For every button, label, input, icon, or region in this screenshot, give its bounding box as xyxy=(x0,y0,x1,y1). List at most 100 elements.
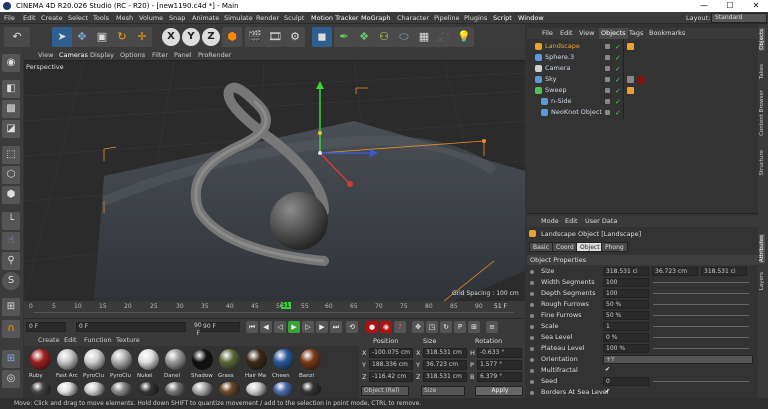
loop-icon[interactable]: ⟲ xyxy=(346,321,358,333)
dock-tab-takes[interactable]: Takes xyxy=(759,64,765,79)
dock-tab-attributes[interactable]: Attributes xyxy=(759,234,765,264)
keyframe-bullet-icon[interactable] xyxy=(530,303,534,307)
material-ball[interactable] xyxy=(165,382,186,396)
render-settings-icon[interactable]: ⚙ xyxy=(285,27,305,47)
material-ball[interactable] xyxy=(111,349,132,370)
menu-sculpt[interactable]: Sculpt xyxy=(284,12,304,24)
menu-create[interactable]: Create xyxy=(41,12,63,24)
object-menu-objects[interactable]: Objects xyxy=(599,28,628,39)
rotation-field[interactable]: 1.577 ° xyxy=(477,360,522,370)
material-menu-function[interactable]: Function xyxy=(84,335,112,346)
keyframe-bullet-icon[interactable] xyxy=(530,347,534,351)
material-ball[interactable] xyxy=(57,349,78,370)
prev-key-icon[interactable]: ◀ xyxy=(260,321,272,333)
position-key-icon[interactable]: ✥ xyxy=(412,321,424,333)
menu-snap[interactable]: Snap xyxy=(169,12,185,24)
material-menu-edit[interactable]: Edit xyxy=(64,335,77,346)
dock-tab-content-browser[interactable]: Content Browser xyxy=(759,90,765,136)
attribute-slider[interactable] xyxy=(653,315,749,316)
dock-tab-layers[interactable]: Layers xyxy=(759,272,765,290)
attribute-slider[interactable] xyxy=(653,304,749,305)
material-ball[interactable] xyxy=(192,382,213,396)
menu-volume[interactable]: Volume xyxy=(139,12,163,24)
material-ball[interactable] xyxy=(192,349,213,370)
object-row[interactable]: Landscape ✓ xyxy=(527,41,758,52)
position-field[interactable]: -116.42 cm xyxy=(369,372,413,382)
axis-mode-icon[interactable]: └ xyxy=(2,212,20,230)
menu-edit[interactable]: Edit xyxy=(23,12,36,24)
tag-icon[interactable] xyxy=(627,43,634,50)
viewport-menu-panel[interactable]: Panel xyxy=(174,50,192,61)
keyframe-bullet-icon[interactable] xyxy=(530,281,534,285)
menu-render[interactable]: Render xyxy=(256,12,279,24)
attribute-value-field[interactable]: 318.531 ci xyxy=(701,267,747,276)
attribute-checkbox[interactable]: ✔ xyxy=(603,388,612,397)
recent-tools-icon[interactable]: ✛ xyxy=(132,27,152,47)
camera-icon[interactable]: 🎥 xyxy=(434,27,454,47)
keyframe-bullet-icon[interactable] xyxy=(530,270,534,274)
close-button[interactable]: ✕ xyxy=(746,0,766,12)
rotation-key-icon[interactable]: ↻ xyxy=(440,321,452,333)
object-row[interactable]: n-Side ✓ xyxy=(527,96,758,107)
attribute-value-field[interactable]: 50 % xyxy=(603,311,649,320)
material-ball[interactable] xyxy=(219,349,240,370)
attribute-slider[interactable] xyxy=(653,337,749,338)
cloner-icon[interactable]: ⚇ xyxy=(374,27,394,47)
menu-animate[interactable]: Animate xyxy=(192,12,219,24)
object-menu-edit[interactable]: Edit xyxy=(560,28,573,39)
render-view-icon[interactable]: 🎬 xyxy=(245,27,265,47)
minimize-button[interactable]: — xyxy=(694,0,714,12)
viewport-menu-cameras[interactable]: Cameras xyxy=(59,50,88,61)
3d-viewport[interactable]: Perspective Grid Spacing : 100 cm xyxy=(24,61,525,301)
attribute-value-field[interactable]: 0 % xyxy=(603,333,649,342)
material-ball[interactable] xyxy=(138,349,159,370)
lock-workplane-icon[interactable]: ⊞ xyxy=(2,298,20,316)
material-ball[interactable] xyxy=(111,382,132,396)
subdivision-surface-icon[interactable]: ❖ xyxy=(354,27,374,47)
rotate-tool-icon[interactable]: ↻ xyxy=(112,27,132,47)
goto-start-icon[interactable]: ⏮ xyxy=(246,321,258,333)
grid-snap-icon[interactable]: ⊞ xyxy=(2,350,20,368)
solo-icon[interactable]: S xyxy=(2,272,20,290)
size-field[interactable]: 318.531 cm xyxy=(423,372,467,382)
size-mode-dropdown[interactable]: Size xyxy=(421,386,465,396)
z-axis-lock-button[interactable]: Z xyxy=(202,28,220,46)
menu-character[interactable]: Character xyxy=(397,12,429,24)
menu-script[interactable]: Script xyxy=(493,12,512,24)
material-ball[interactable] xyxy=(273,349,294,370)
auto-key-icon[interactable]: ◉ xyxy=(380,321,392,333)
material-ball[interactable] xyxy=(219,382,240,396)
timeline-ruler[interactable]: 0 5 10 15 20 25 30 35 40 45 50 55 60 65 … xyxy=(24,301,525,318)
undo-icon[interactable]: ↶ xyxy=(4,27,30,47)
scale-tool-icon[interactable]: ▣ xyxy=(92,27,112,47)
model-mode-icon[interactable]: ◧ xyxy=(2,80,20,98)
prev-frame-icon[interactable]: ◁ xyxy=(274,321,286,333)
key-selection-icon[interactable]: ? xyxy=(394,321,406,333)
record-icon[interactable]: ● xyxy=(366,321,378,333)
material-menu-texture[interactable]: Texture xyxy=(116,335,140,346)
pen-spline-icon[interactable]: ✒ xyxy=(334,27,354,47)
attribute-value-field[interactable]: 0 xyxy=(603,377,649,386)
material-ball[interactable] xyxy=(246,349,267,370)
menu-tools[interactable]: Tools xyxy=(93,12,109,24)
tag-icon[interactable] xyxy=(627,87,634,94)
menu-mograph[interactable]: MoGraph xyxy=(361,12,391,24)
attribute-tab[interactable]: Phong xyxy=(601,242,628,252)
size-field[interactable]: 318.531 cm xyxy=(423,348,467,358)
size-field[interactable]: 36.723 cm xyxy=(423,360,467,370)
material-ball[interactable] xyxy=(300,349,321,370)
end-frame-field[interactable]: 90 F xyxy=(200,322,240,332)
keyframe-bullet-icon[interactable] xyxy=(530,369,534,373)
viewport-menu-view[interactable]: View xyxy=(38,50,53,61)
texture-mode-icon[interactable]: ▩ xyxy=(2,100,20,118)
viewport-menu-prorender[interactable]: ProRender xyxy=(198,50,231,61)
viewport-menu-options[interactable]: Options xyxy=(120,50,145,61)
current-frame-field[interactable]: 0 F xyxy=(76,322,186,332)
viewport-menu-filter[interactable]: Filter xyxy=(152,50,168,61)
move-tool-icon[interactable]: ✥ xyxy=(72,27,92,47)
attribute-value-field[interactable]: 1 xyxy=(603,322,649,331)
material-ball[interactable] xyxy=(246,382,267,396)
attribute-slider[interactable] xyxy=(653,282,749,283)
workplane-icon[interactable]: ◪ xyxy=(2,120,20,138)
attribute-value-field[interactable]: 100 xyxy=(603,278,649,287)
